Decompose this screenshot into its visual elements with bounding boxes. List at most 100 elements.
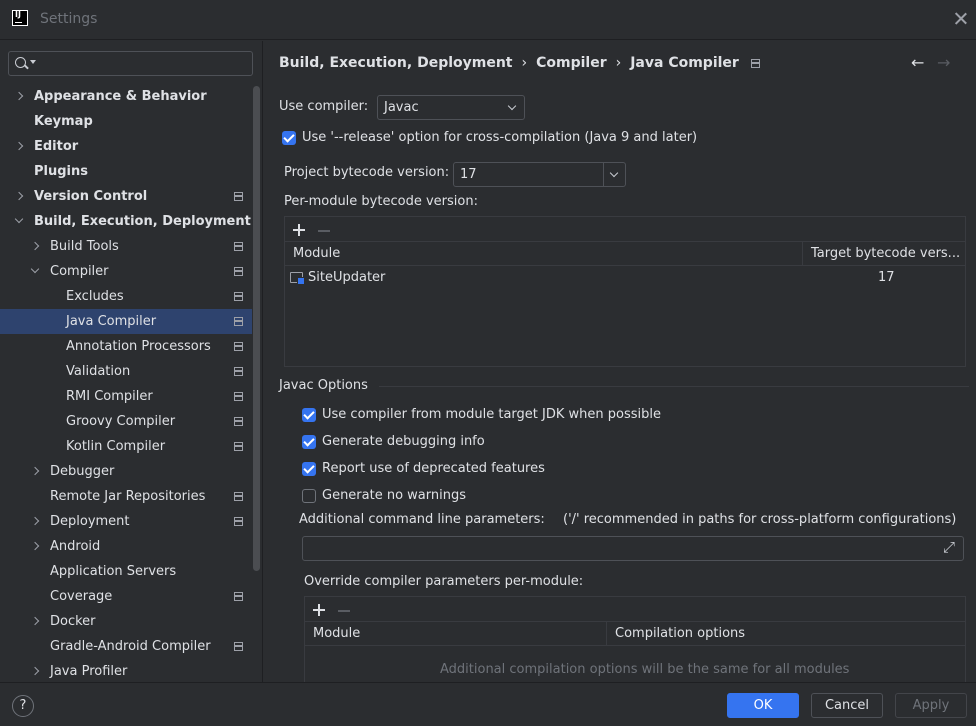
sidebar-item-gradle-android-compiler[interactable]: Gradle-Android Compiler: [0, 634, 252, 659]
project-bytecode-value: 17: [460, 167, 477, 182]
sidebar-item-rmi-compiler[interactable]: RMI Compiler: [0, 384, 252, 409]
release-option-label[interactable]: Use '--release' option for cross-compila…: [302, 130, 697, 145]
sidebar-item-kotlin-compiler[interactable]: Kotlin Compiler: [0, 434, 252, 459]
settings-search-input[interactable]: [39, 54, 244, 73]
sidebar-item-compiler[interactable]: Compiler: [0, 259, 252, 284]
chevron-right-icon[interactable]: [14, 91, 24, 101]
project-settings-icon: [234, 317, 243, 326]
release-option-checkbox[interactable]: [282, 131, 296, 145]
app-logo-icon: IJ: [12, 10, 28, 26]
remove-icon[interactable]: [318, 230, 330, 232]
table-row[interactable]: SiteUpdater 17: [285, 267, 965, 291]
window-title: Settings: [40, 11, 98, 27]
project-settings-icon: [234, 417, 243, 426]
chevron-right-icon[interactable]: [30, 616, 40, 626]
chevron-right-icon[interactable]: [30, 466, 40, 476]
java-compiler-panel: Build, Execution, Deployment › Compiler …: [262, 41, 976, 682]
column-header-module[interactable]: Module: [285, 242, 802, 266]
sidebar-item-plugins[interactable]: Plugins: [0, 159, 252, 184]
sidebar-item-groovy-compiler[interactable]: Groovy Compiler: [0, 409, 252, 434]
empty-table-message: Additional compilation options will be t…: [440, 662, 850, 677]
breadcrumb-separator-icon: ›: [615, 55, 622, 71]
sidebar-item-label: RMI Compiler: [66, 389, 153, 404]
sidebar-item-editor[interactable]: Editor: [0, 134, 252, 159]
use-module-jdk-label[interactable]: Use compiler from module target JDK when…: [322, 407, 661, 422]
project-settings-icon: [234, 642, 243, 651]
sidebar-item-java-compiler[interactable]: Java Compiler: [0, 309, 252, 334]
chevron-down-icon[interactable]: [14, 214, 24, 224]
sidebar-item-build-tools[interactable]: Build Tools: [0, 234, 252, 259]
sidebar-item-android[interactable]: Android: [0, 534, 252, 559]
chevron-down-icon: [507, 101, 517, 111]
use-module-jdk-checkbox[interactable]: [302, 408, 316, 422]
sidebar-item-remote-jar-repositories[interactable]: Remote Jar Repositories: [0, 484, 252, 509]
use-compiler-combo[interactable]: Javac: [377, 95, 525, 120]
column-header-module[interactable]: Module: [305, 622, 606, 646]
module-name: SiteUpdater: [308, 270, 386, 285]
sidebar-item-java-profiler[interactable]: Java Profiler: [0, 659, 252, 682]
sidebar-item-debugger[interactable]: Debugger: [0, 459, 252, 484]
project-settings-icon: [234, 367, 243, 376]
project-settings-icon: [234, 192, 243, 201]
search-history-dropdown-icon[interactable]: [30, 60, 36, 64]
breadcrumb: Build, Execution, Deployment › Compiler …: [279, 55, 760, 71]
add-icon[interactable]: [293, 224, 305, 236]
deprecation-checkbox[interactable]: [302, 462, 316, 476]
column-header-target-bytecode[interactable]: Target bytecode vers...: [802, 242, 965, 266]
sidebar-item-label: Appearance & Behavior: [34, 89, 207, 104]
sidebar-item-deployment[interactable]: Deployment: [0, 509, 252, 534]
sidebar-item-label: Java Profiler: [50, 664, 128, 679]
sidebar-item-application-servers[interactable]: Application Servers: [0, 559, 252, 584]
chevron-down-icon[interactable]: [30, 264, 40, 274]
breadcrumb-item[interactable]: Build, Execution, Deployment: [279, 55, 513, 71]
breadcrumb-item[interactable]: Compiler: [536, 55, 607, 71]
chevron-right-icon[interactable]: [14, 191, 24, 201]
remove-icon[interactable]: [338, 610, 350, 612]
project-bytecode-combo[interactable]: 17: [453, 162, 626, 187]
deprecation-label[interactable]: Report use of deprecated features: [322, 461, 545, 476]
forward-arrow-icon[interactable]: →: [937, 53, 950, 72]
sidebar-scrollbar[interactable]: [253, 86, 260, 571]
additional-params-field[interactable]: [302, 536, 964, 561]
help-button[interactable]: ?: [12, 695, 34, 717]
add-icon[interactable]: [313, 604, 325, 616]
chevron-right-icon[interactable]: [14, 141, 24, 151]
sidebar-item-annotation-processors[interactable]: Annotation Processors: [0, 334, 252, 359]
sidebar-item-validation[interactable]: Validation: [0, 359, 252, 384]
column-header-compilation-options[interactable]: Compilation options: [606, 622, 965, 646]
sidebar-item-appearance-behavior[interactable]: Appearance & Behavior: [0, 84, 252, 109]
sidebar-item-version-control[interactable]: Version Control: [0, 184, 252, 209]
settings-search-box[interactable]: [8, 51, 253, 76]
group-separator: [379, 386, 969, 387]
sidebar-item-keymap[interactable]: Keymap: [0, 109, 252, 134]
sidebar-item-label: Debugger: [50, 464, 115, 479]
additional-params-hint: ('/' recommended in paths for cross-plat…: [563, 512, 957, 527]
no-warnings-label[interactable]: Generate no warnings: [322, 488, 466, 503]
chevron-right-icon[interactable]: [30, 666, 40, 676]
breadcrumb-item: Java Compiler: [630, 55, 739, 71]
additional-params-label: Additional command line parameters:: [299, 512, 545, 527]
sidebar-item-label: Deployment: [50, 514, 130, 529]
search-icon[interactable]: [15, 57, 26, 68]
sidebar-item-excludes[interactable]: Excludes: [0, 284, 252, 309]
apply-button[interactable]: Apply: [895, 693, 967, 718]
sidebar-item-coverage[interactable]: Coverage: [0, 584, 252, 609]
debug-info-label[interactable]: Generate debugging info: [322, 434, 485, 449]
expand-icon[interactable]: [943, 538, 957, 556]
project-settings-icon: [234, 292, 243, 301]
project-settings-icon: [234, 242, 243, 251]
chevron-right-icon[interactable]: [30, 241, 40, 251]
debug-info-checkbox[interactable]: [302, 435, 316, 449]
sidebar-item-build-execution-deployment[interactable]: Build, Execution, Deployment: [0, 209, 252, 234]
cancel-button[interactable]: Cancel: [811, 693, 883, 718]
settings-sidebar: Appearance & Behavior Keymap Editor Plugins…: [0, 41, 262, 682]
sidebar-item-docker[interactable]: Docker: [0, 609, 252, 634]
no-warnings-checkbox[interactable]: [302, 489, 316, 503]
chevron-right-icon[interactable]: [30, 541, 40, 551]
close-icon[interactable]: [952, 10, 970, 28]
per-module-bytecode-label: Per-module bytecode version:: [284, 194, 478, 209]
ok-button[interactable]: OK: [727, 693, 799, 718]
chevron-right-icon[interactable]: [30, 516, 40, 526]
back-arrow-icon[interactable]: ←: [911, 53, 924, 72]
project-settings-icon: [234, 592, 243, 601]
